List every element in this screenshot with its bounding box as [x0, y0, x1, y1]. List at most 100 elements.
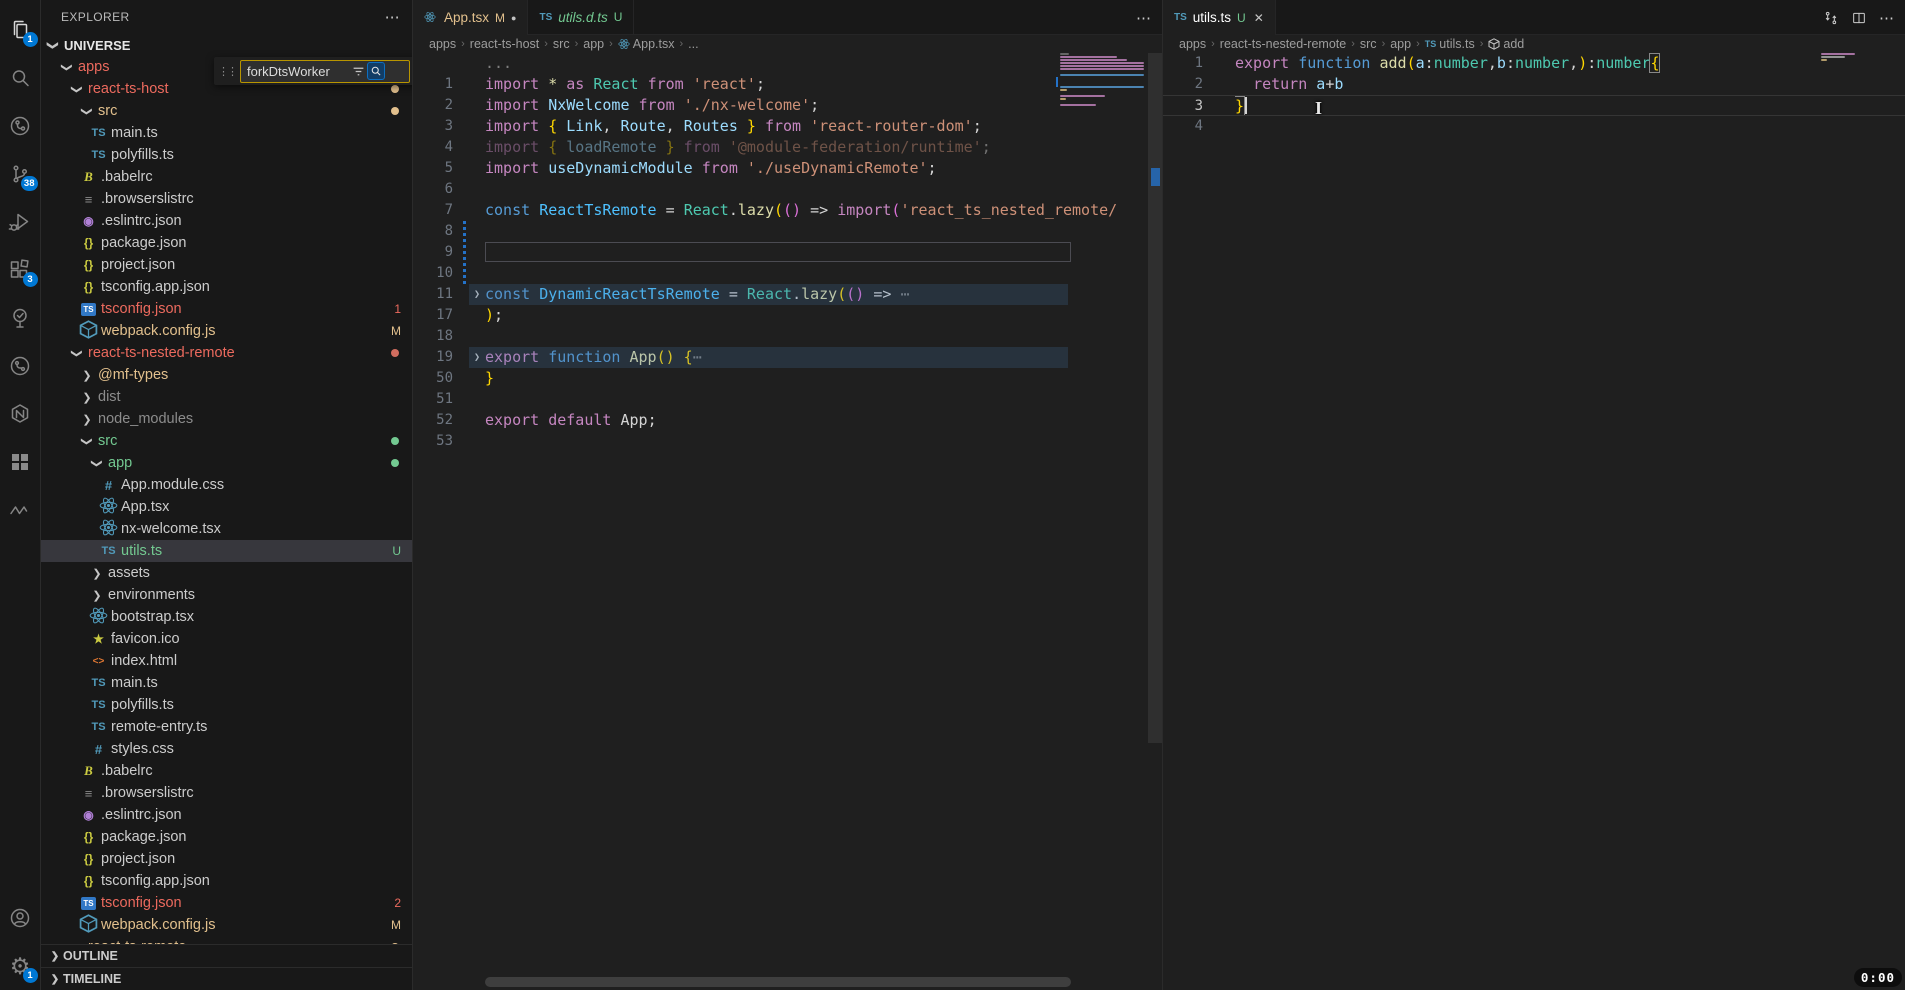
code-line-18[interactable]: 18	[413, 326, 1162, 347]
breadcrumb-item[interactable]: add	[1488, 37, 1524, 51]
search-icon[interactable]	[0, 54, 41, 102]
tree-item-assets[interactable]: ❯assets	[41, 562, 412, 584]
code-line-4[interactable]: 4	[1163, 116, 1905, 137]
tree-item-environments[interactable]: ❯environments	[41, 584, 412, 606]
tree-item-tsconfig.json[interactable]: TStsconfig.json1	[41, 298, 412, 320]
tree-item-.eslintrc.json[interactable]: ◉.eslintrc.json	[41, 804, 412, 826]
tree-item-node_modules[interactable]: ❯node_modules	[41, 408, 412, 430]
breadcrumb-item[interactable]: App.tsx	[618, 37, 675, 51]
nx-console-icon[interactable]	[0, 390, 41, 438]
code-line-53[interactable]: 53	[413, 431, 1162, 452]
tree-item-bootstrap.tsx[interactable]: bootstrap.tsx	[41, 606, 412, 628]
split-editor-icon[interactable]	[1851, 10, 1867, 26]
tree-item-.babelrc[interactable]: B.babelrc	[41, 166, 412, 188]
tree-item-tsconfig.app.json[interactable]: {}tsconfig.app.json	[41, 870, 412, 892]
explorer-more-icon[interactable]: ⋯	[385, 8, 400, 26]
settings-gear-icon[interactable]: ⚙1	[0, 942, 41, 990]
code-line-3[interactable]: 3import { Link, Route, Routes } from 're…	[413, 116, 1162, 137]
tab-utils.d.ts[interactable]: TSutils.d.tsU	[528, 0, 634, 34]
breadcrumb-item[interactable]: TSutils.ts	[1425, 37, 1475, 51]
tree-item-webpack.config.js[interactable]: webpack.config.jsM	[41, 914, 412, 936]
tree-item-App.tsx[interactable]: App.tsx	[41, 496, 412, 518]
more-actions-icon[interactable]: ⋯	[1136, 9, 1152, 27]
tree-item-.babelrc[interactable]: B.babelrc	[41, 760, 412, 782]
tree-item-.browserslistrc[interactable]: ≡.browserslistrc	[41, 782, 412, 804]
code-line-7[interactable]: 7const ReactTsRemote = React.lazy(() => …	[413, 200, 1162, 221]
tree-item-.browserslistrc[interactable]: ≡.browserslistrc	[41, 188, 412, 210]
source-control-icon[interactable]: 38	[0, 150, 41, 198]
breadcrumb-item[interactable]: src	[1360, 37, 1377, 51]
source-control-alt-icon[interactable]	[0, 102, 41, 150]
tree-item-main.ts[interactable]: TSmain.ts	[41, 122, 412, 144]
drag-handle-icon[interactable]: ⋮⋮	[218, 65, 236, 78]
tree-item-dist[interactable]: ❯dist	[41, 386, 412, 408]
wave-icon[interactable]	[0, 486, 41, 534]
files-icon[interactable]: 1	[0, 6, 41, 54]
git-graph-icon[interactable]	[0, 342, 41, 390]
breadcrumb-item[interactable]: app	[583, 37, 604, 51]
tree-item-index.html[interactable]: <>index.html	[41, 650, 412, 672]
workspace-root-row[interactable]: ❯ UNIVERSE	[41, 34, 412, 56]
tree-item-project.json[interactable]: {}project.json	[41, 848, 412, 870]
breadcrumb-item[interactable]: react-ts-nested-remote	[1220, 37, 1346, 51]
code-editor[interactable]: ...1import * as React from 'react';2impo…	[413, 53, 1162, 990]
tree-item-tsconfig.app.json[interactable]: {}tsconfig.app.json	[41, 276, 412, 298]
breadcrumb-item[interactable]: react-ts-host	[470, 37, 539, 51]
close-icon[interactable]: ✕	[1254, 11, 1264, 25]
code-line-5[interactable]: 5import useDynamicModule from './useDyna…	[413, 158, 1162, 179]
code-line-8[interactable]: 8	[413, 221, 1162, 242]
minimap[interactable]	[1060, 53, 1146, 110]
tree-find-input[interactable]	[241, 64, 349, 79]
tree-item-package.json[interactable]: {}package.json	[41, 826, 412, 848]
timeline-section[interactable]: ❯ TIMELINE	[41, 967, 412, 990]
open-changes-icon[interactable]	[1823, 10, 1839, 26]
horizontal-scrollbar[interactable]	[485, 977, 1071, 987]
code-line-1[interactable]: 1import * as React from 'react';	[413, 74, 1162, 95]
breadcrumb-item[interactable]: app	[1390, 37, 1411, 51]
tree-item-tsconfig.json[interactable]: TStsconfig.json2	[41, 892, 412, 914]
filter-icon[interactable]	[349, 62, 367, 80]
extensions-icon[interactable]: 3	[0, 246, 41, 294]
tree-item-project.json[interactable]: {}project.json	[41, 254, 412, 276]
breadcrumb-item[interactable]: apps	[1179, 37, 1206, 51]
tree-item-polyfills.ts[interactable]: TSpolyfills.ts	[41, 694, 412, 716]
test-tree-icon[interactable]	[0, 294, 41, 342]
code-line-4[interactable]: 4import { loadRemote } from '@module-fed…	[413, 137, 1162, 158]
code-line-51[interactable]: 51	[413, 389, 1162, 410]
tree-item-App.module.css[interactable]: #App.module.css	[41, 474, 412, 496]
code-line-50[interactable]: 50}	[413, 368, 1162, 389]
code-line-9[interactable]: 9	[413, 242, 1162, 263]
tree-item-src[interactable]: ❯src	[41, 100, 412, 122]
code-line-11[interactable]: 11❯const DynamicReactTsRemote = React.la…	[413, 284, 1162, 305]
grid-icon[interactable]	[0, 438, 41, 486]
tree-item-src[interactable]: ❯src	[41, 430, 412, 452]
vertical-scrollbar[interactable]	[1148, 53, 1162, 743]
outline-section[interactable]: ❯ OUTLINE	[41, 944, 412, 967]
code-line-1[interactable]: 1export function add(a:number,b:number,)…	[1163, 53, 1905, 74]
tree-item-favicon.ico[interactable]: ★favicon.ico	[41, 628, 412, 650]
tree-item-react-ts-nested-remote[interactable]: ❯react-ts-nested-remote	[41, 342, 412, 364]
code-line-2[interactable]: 2import NxWelcome from './nx-welcome';	[413, 95, 1162, 116]
tree-item-webpack.config.js[interactable]: webpack.config.jsM	[41, 320, 412, 342]
code-line-3[interactable]: 3}	[1163, 95, 1905, 116]
tab-App.tsx[interactable]: App.tsxM●	[413, 0, 528, 35]
more-actions-icon[interactable]: ⋯	[1879, 9, 1895, 27]
tree-item-nx-welcome.tsx[interactable]: nx-welcome.tsx	[41, 518, 412, 540]
tree-item-app[interactable]: ❯app	[41, 452, 412, 474]
breadcrumb-item[interactable]: ...	[688, 37, 698, 51]
code-line-52[interactable]: 52export default App;	[413, 410, 1162, 431]
minimap[interactable]	[1821, 53, 1857, 65]
breadcrumb-item[interactable]: src	[553, 37, 570, 51]
breadcrumb-item[interactable]: apps	[429, 37, 456, 51]
account-icon[interactable]	[0, 894, 41, 942]
tree-item-.eslintrc.json[interactable]: ◉.eslintrc.json	[41, 210, 412, 232]
code-editor[interactable]: 1export function add(a:number,b:number,)…	[1163, 53, 1905, 990]
code-line-ellipsis[interactable]: ...	[413, 53, 1162, 74]
tree-item-main.ts[interactable]: TSmain.ts	[41, 672, 412, 694]
tree-item-remote-entry.ts[interactable]: TSremote-entry.ts	[41, 716, 412, 738]
fuzzy-search-icon[interactable]	[367, 62, 385, 80]
code-line-19[interactable]: 19❯export function App() {⋯	[413, 347, 1162, 368]
tree-item-@mf-types[interactable]: ❯@mf-types	[41, 364, 412, 386]
tree-item-styles.css[interactable]: #styles.css	[41, 738, 412, 760]
tab-utils.ts[interactable]: TSutils.tsU✕	[1163, 0, 1276, 35]
